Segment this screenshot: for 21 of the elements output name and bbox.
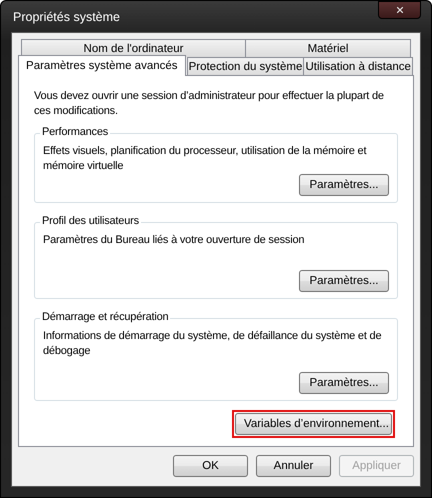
dialog-button[interactable]: Annuler [256,455,331,477]
notice-text: Vous devez ouvrir une session d’administrateur pour effectuer la plupart de ces modifications. [34,89,385,119]
group-title: Démarrage et récupération [40,311,170,323]
settings-button[interactable]: Paramètres... [299,270,389,292]
group-description: Informations de démarrage du système, de défaillance du système et de débogage [43,329,382,359]
tab[interactable]: Paramètres système avancés [18,55,186,76]
environment-variables-button[interactable]: Variables d’environnement... [235,413,392,435]
group-description: Effets visuels, planification du processeur, utilisation de la mémoire et mémoire virtuelle [43,144,368,174]
settings-button[interactable]: Paramètres... [299,174,389,196]
tab[interactable]: Protection du système [186,57,304,75]
group-title: Profil des utilisateurs [40,215,141,227]
close-button[interactable] [378,0,421,18]
group-title: Performances [40,126,110,138]
tab[interactable]: Nom de l'ordinateur [21,39,246,57]
group-description: Paramètres du Bureau liés à votre ouverture de session [43,233,306,248]
dialog-button[interactable]: OK [173,455,248,477]
tab[interactable]: Matériel [245,39,411,57]
window-title: Propriétés système [13,10,120,24]
settings-button[interactable]: Paramètres... [299,372,389,394]
close-icon [396,6,402,12]
tab[interactable]: Utilisation à distance [303,57,413,75]
